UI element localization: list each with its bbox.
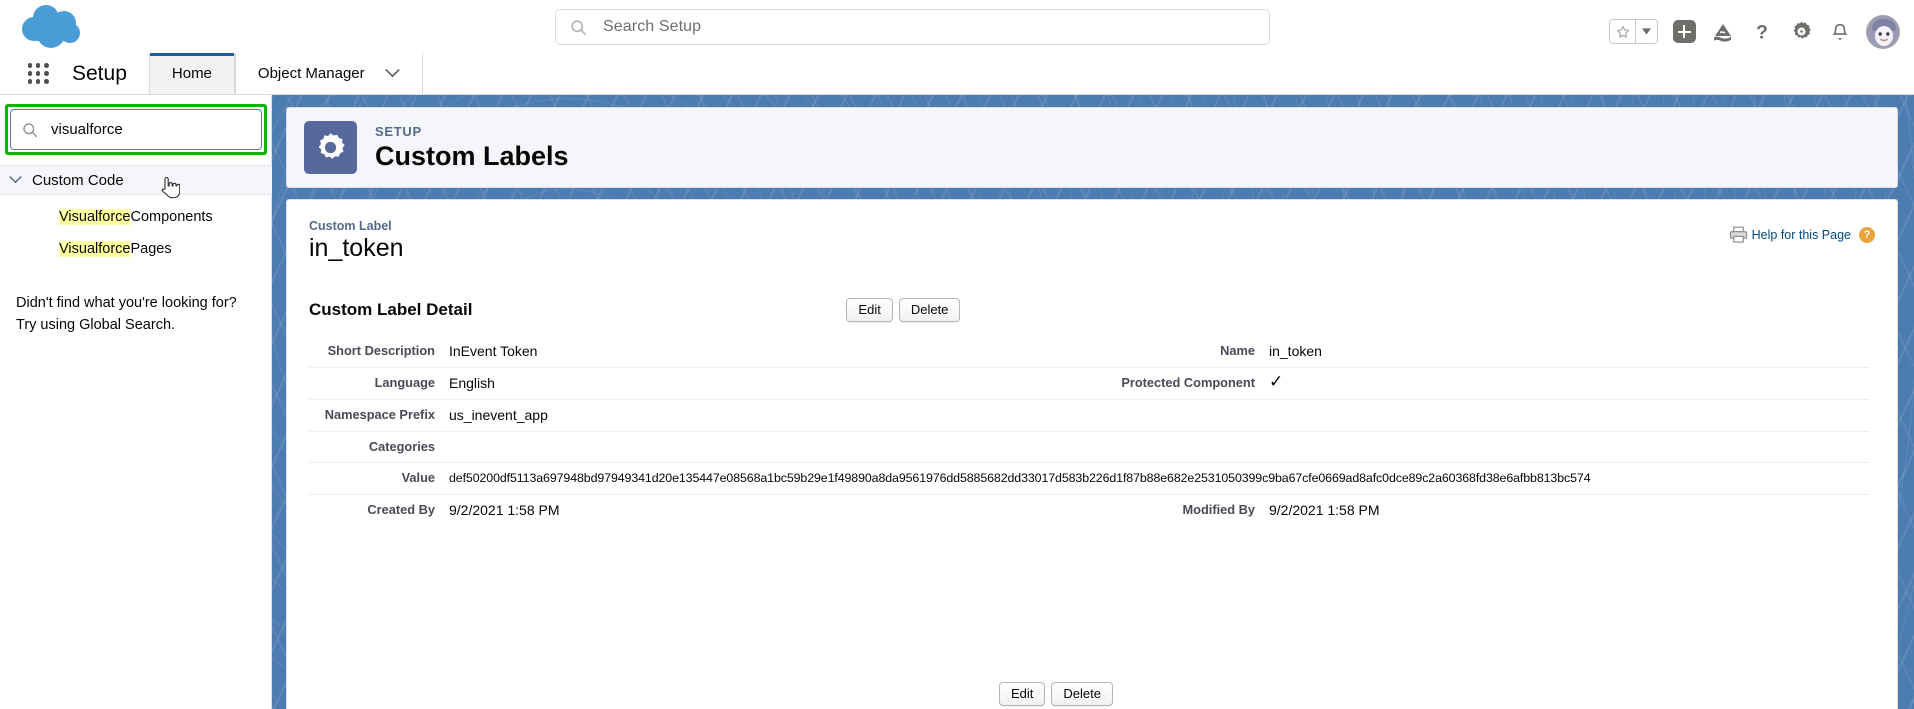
edit-button[interactable]: Edit bbox=[846, 298, 893, 322]
value-value: def50200df5113a697948bd97949341d20e13544… bbox=[449, 462, 1869, 495]
chevron-down-icon[interactable] bbox=[9, 176, 23, 184]
modified-by-label: Modified By bbox=[1182, 502, 1255, 517]
detail-bottom-buttons: Edit Delete bbox=[999, 682, 1113, 706]
help-badge-icon[interactable]: ? bbox=[1859, 226, 1875, 243]
printer-icon[interactable] bbox=[1729, 226, 1748, 243]
sidebar-item-visualforce-pages[interactable]: Visualforce Pages bbox=[0, 233, 272, 265]
protected-component-label: Protected Component bbox=[1079, 367, 1269, 400]
sidebar-item-1-rest: Pages bbox=[130, 241, 172, 257]
namespace-prefix-value: us_inevent_app bbox=[449, 399, 1079, 432]
table-row-categories: Categories bbox=[309, 431, 1869, 463]
quick-find-input[interactable]: visualforce bbox=[10, 109, 262, 150]
favorites-control[interactable] bbox=[1609, 19, 1658, 44]
categories-value bbox=[449, 431, 1079, 463]
empty-value-cell-2 bbox=[1269, 431, 1869, 463]
detail-section-header: Custom Label Detail Edit Delete bbox=[309, 290, 1869, 330]
tab-object-manager[interactable]: Object Manager bbox=[234, 53, 423, 94]
record-header: Custom Label in_token bbox=[309, 219, 404, 263]
modified-by-value: 9/2/2021 1:58 PM bbox=[1269, 502, 1380, 518]
search-icon bbox=[23, 122, 38, 137]
record-kind-label: Custom Label bbox=[309, 219, 392, 233]
sidebar-footer-hint: Didn't find what you're looking for? Try… bbox=[16, 292, 266, 336]
salesforce-cloud-logo[interactable] bbox=[18, 4, 90, 54]
tab-home[interactable]: Home bbox=[148, 53, 235, 94]
name-label: Name bbox=[1079, 336, 1269, 368]
language-label: Language bbox=[309, 367, 449, 400]
detail-section-title: Custom Label Detail bbox=[309, 300, 473, 319]
sidebar-item-visualforce-components[interactable]: Visualforce Components bbox=[0, 201, 272, 233]
empty-value-cell bbox=[1269, 399, 1869, 432]
short-description-label: Short Description bbox=[309, 336, 449, 368]
table-row-short-description: Short Description InEvent Token Name in_… bbox=[309, 336, 1869, 368]
app-launcher-waffle-icon[interactable] bbox=[16, 53, 60, 94]
record-name: in_token bbox=[309, 234, 404, 262]
delete-button[interactable]: Delete bbox=[898, 298, 961, 322]
sidebar-item-0-highlight: Visualforce bbox=[59, 209, 131, 225]
svg-text:?: ? bbox=[1756, 22, 1768, 43]
global-search-input[interactable]: Search Setup bbox=[555, 9, 1270, 45]
empty-label-cell-2 bbox=[1079, 431, 1269, 463]
favorites-star-icon[interactable] bbox=[1610, 20, 1636, 43]
setup-sidebar: visualforce Custom Code Visualforce Comp… bbox=[0, 95, 272, 709]
created-by-label: Created By bbox=[367, 502, 435, 517]
setup-title: Setup bbox=[72, 61, 127, 85]
sidebar-section-custom-code[interactable]: Custom Code bbox=[0, 165, 272, 195]
main-content: SETUP Custom Labels Custom Label in_toke… bbox=[272, 95, 1914, 709]
page-header: SETUP Custom Labels bbox=[286, 107, 1898, 188]
sidebar-item-0-rest: Components bbox=[130, 209, 213, 225]
page-title: Custom Labels bbox=[375, 140, 569, 171]
global-actions-plus-icon[interactable] bbox=[1671, 19, 1697, 45]
pointing-hand-cursor bbox=[161, 177, 180, 199]
protected-component-value: ✓ bbox=[1269, 367, 1869, 400]
edit-button-bottom[interactable]: Edit bbox=[999, 682, 1046, 706]
namespace-prefix-label: Namespace Prefix bbox=[309, 399, 449, 432]
favorites-dropdown-icon[interactable] bbox=[1636, 20, 1657, 43]
table-row-created-modified: Created By 9/2/2021 1:58 PM Modified By … bbox=[309, 495, 1869, 527]
notifications-bell-icon[interactable] bbox=[1827, 19, 1853, 45]
page-header-eyebrow: SETUP bbox=[375, 123, 422, 139]
detail-fields-table: Short Description InEvent Token Name in_… bbox=[309, 336, 1869, 526]
categories-label: Categories bbox=[309, 431, 449, 463]
chevron-down-icon bbox=[385, 65, 400, 82]
empty-label-cell bbox=[1079, 399, 1269, 432]
detail-top-buttons: Edit Delete bbox=[846, 298, 961, 322]
record-detail-card: Custom Label in_token Help for this Page… bbox=[286, 199, 1898, 709]
search-icon bbox=[571, 19, 587, 35]
sidebar-item-1-highlight: Visualforce bbox=[59, 241, 131, 257]
help-icon[interactable]: ? bbox=[1749, 19, 1775, 45]
language-value: English bbox=[449, 367, 1079, 400]
sidebar-section-label: Custom Code bbox=[32, 171, 124, 189]
tab-object-manager-label: Object Manager bbox=[257, 65, 365, 82]
help-for-this-page-link[interactable]: Help for this Page bbox=[1752, 228, 1851, 242]
table-row-language: Language English Protected Component ✓ bbox=[309, 367, 1869, 400]
gear-icon bbox=[304, 121, 357, 174]
help-for-this-page-row: Help for this Page ? bbox=[1729, 226, 1875, 243]
user-avatar[interactable] bbox=[1866, 14, 1900, 49]
setup-gear-icon[interactable] bbox=[1788, 19, 1814, 45]
global-search-placeholder: Search Setup bbox=[603, 18, 702, 35]
table-row-value: Value def50200df5113a697948bd97949341d20… bbox=[309, 462, 1869, 495]
value-label: Value bbox=[309, 462, 449, 495]
created-by-value: 9/2/2021 1:58 PM bbox=[449, 502, 560, 518]
name-value: in_token bbox=[1269, 336, 1869, 368]
sidebar-footer-line1: Didn't find what you're looking for? bbox=[16, 295, 237, 311]
delete-button-bottom[interactable]: Delete bbox=[1051, 682, 1113, 706]
custom-label-detail-section: Custom Label Detail Edit Delete Short De… bbox=[309, 290, 1869, 706]
sidebar-footer-line2: Try using Global Search. bbox=[16, 317, 176, 333]
table-row-namespace-prefix: Namespace Prefix us_inevent_app bbox=[309, 399, 1869, 432]
tab-home-label: Home bbox=[171, 65, 212, 82]
short-description-value: InEvent Token bbox=[449, 336, 1079, 368]
setup-nav-bar: Setup Home Object Manager bbox=[0, 53, 1914, 95]
global-search-container[interactable]: Search Setup bbox=[555, 9, 1270, 45]
trailhead-icon[interactable] bbox=[1710, 19, 1736, 45]
quick-find-value: visualforce bbox=[51, 121, 123, 138]
